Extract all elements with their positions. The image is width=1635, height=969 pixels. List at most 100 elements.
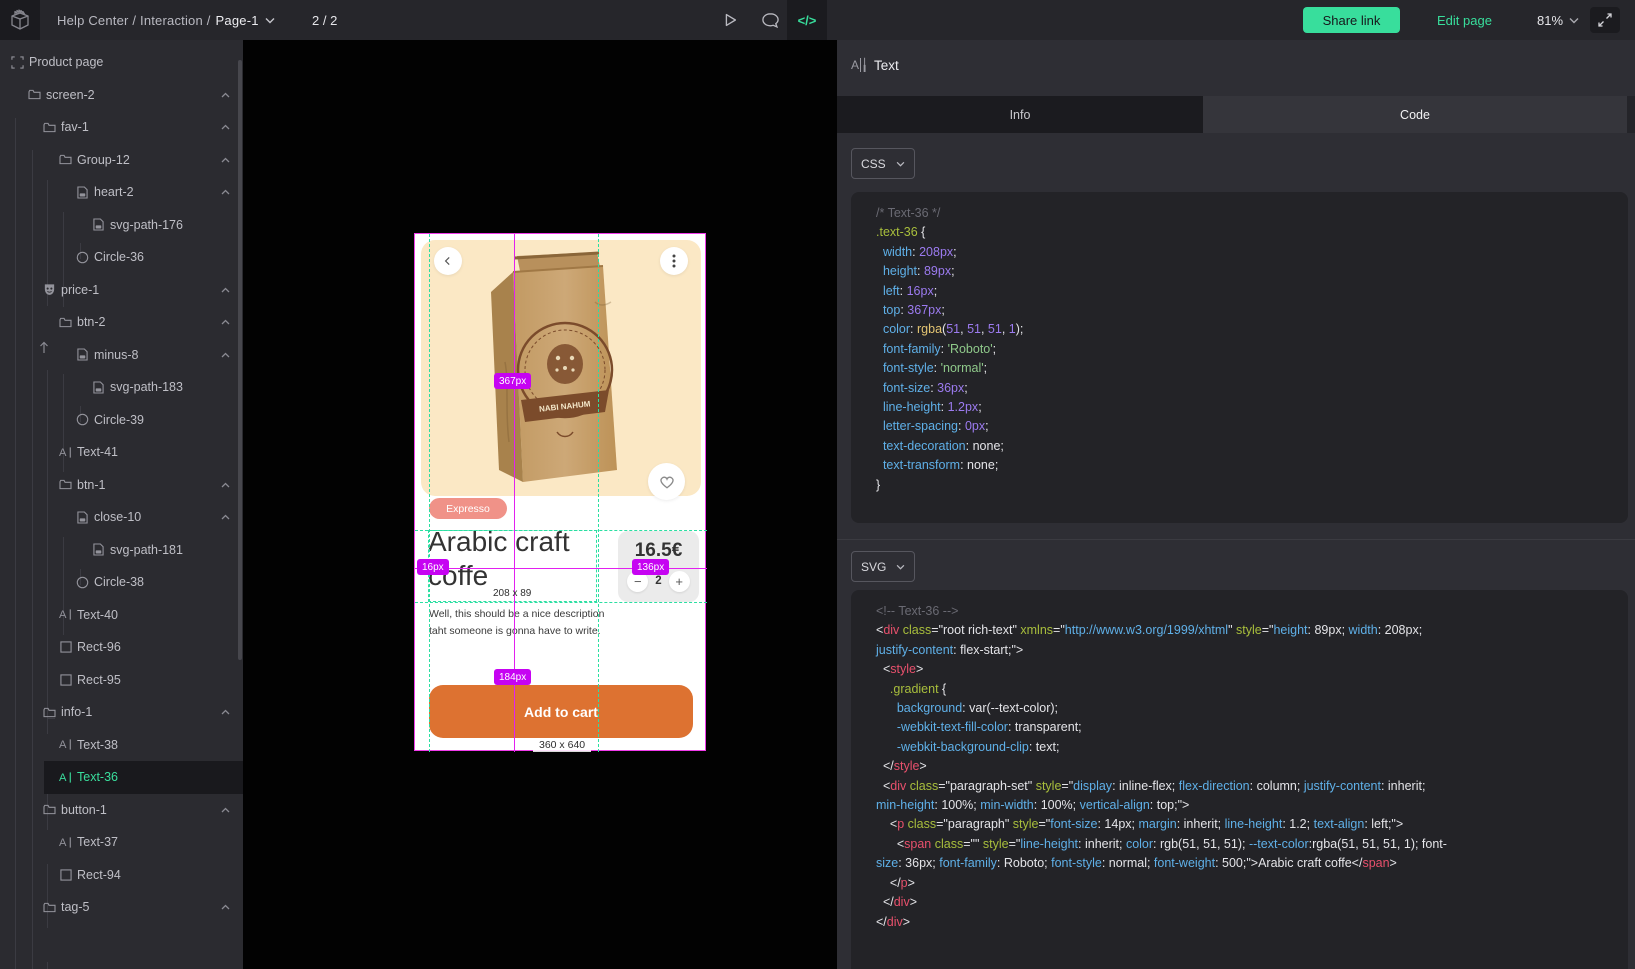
fullscreen-button[interactable]	[1590, 7, 1620, 33]
svg-code-block[interactable]: <!-- Text-36 --><div class="root rich-te…	[851, 590, 1628, 969]
layer-row-text-38[interactable]: AText-38	[0, 729, 243, 762]
category-tag[interactable]: Expresso	[429, 498, 507, 519]
layer-row-circle-39[interactable]: Circle-39	[0, 404, 243, 437]
code-mode-button[interactable]: </>	[787, 0, 827, 40]
layer-row-text-37[interactable]: A Text-37	[0, 826, 243, 859]
artboard-product-page[interactable]: NABI NAHUM Expresso Arabic craft coffe 1…	[414, 233, 706, 751]
layer-row-heart-2[interactable]: heart-2	[0, 176, 243, 209]
layer-row-svg-path-181[interactable]: svg-path-181	[0, 534, 243, 567]
code-line: <style>	[876, 660, 1618, 679]
favorite-button[interactable]	[648, 463, 685, 500]
comments-button[interactable]	[750, 0, 790, 40]
design-canvas[interactable]: NABI NAHUM Expresso Arabic craft coffe 1…	[243, 40, 837, 969]
app-logo[interactable]	[0, 0, 40, 40]
layer-row-info-1[interactable]: info-1	[0, 696, 243, 729]
chevron-up-icon[interactable]	[221, 189, 230, 195]
layer-row-tag-5[interactable]: tag-5	[0, 891, 243, 924]
layer-row-text-36[interactable]: AText-36	[0, 761, 243, 794]
css-format-dropdown[interactable]: CSS	[851, 148, 915, 179]
svg-file-icon	[91, 542, 106, 557]
breadcrumb[interactable]: Help Center / Interaction / Page-1	[57, 0, 275, 40]
zoom-level-dropdown[interactable]: 81%	[1537, 0, 1579, 40]
sidebar-scrollbar[interactable]	[238, 60, 242, 660]
rect-icon	[58, 640, 73, 655]
layer-row-rect-96[interactable]: Rect-96	[0, 631, 243, 664]
chevron-up-icon[interactable]	[221, 319, 230, 325]
code-line: letter-spacing: 0px;	[876, 417, 1618, 436]
folder-icon	[58, 477, 73, 492]
quantity-increase-button[interactable]: +	[669, 571, 690, 592]
code-line: </div>	[876, 913, 1618, 932]
preview-play-button[interactable]	[710, 0, 750, 40]
more-menu-button[interactable]	[660, 247, 688, 275]
code-line: }	[876, 476, 1618, 495]
text-icon: A	[58, 445, 73, 460]
section-divider	[837, 539, 1635, 540]
layer-row-group-12[interactable]: Group-12	[0, 144, 243, 177]
layer-label: tag-5	[61, 900, 90, 914]
layer-row-btn-1[interactable]: btn-1	[0, 469, 243, 502]
artboard-size-label: 360 x 640	[533, 738, 591, 752]
chevron-down-icon	[896, 161, 905, 167]
svg-text:A: A	[59, 837, 67, 849]
chevron-up-icon[interactable]	[221, 709, 230, 715]
folder-icon	[42, 900, 57, 915]
layer-row-svg-path-176[interactable]: svg-path-176	[0, 209, 243, 242]
layer-row-price-1[interactable]: price-1	[0, 274, 243, 307]
layer-row-fav-1[interactable]: fav-1	[0, 111, 243, 144]
layer-row-product page[interactable]: Product page	[0, 46, 243, 79]
share-link-button[interactable]: Share link	[1303, 7, 1400, 33]
css-code-block[interactable]: /* Text-36 */.text-36 { width: 208px; he…	[851, 192, 1628, 523]
chevron-up-icon[interactable]	[221, 482, 230, 488]
tab-info[interactable]: Info	[837, 96, 1203, 133]
svg-format-dropdown[interactable]: SVG	[851, 551, 915, 582]
inspector-title: Text	[874, 58, 899, 73]
chevron-up-icon[interactable]	[221, 124, 230, 130]
layer-row-close-10[interactable]: close-10	[0, 501, 243, 534]
svg-text:A: A	[59, 772, 67, 784]
layer-label: btn-2	[77, 315, 106, 329]
code-line: text-transform: none;	[876, 456, 1618, 475]
layer-row-circle-38[interactable]: Circle-38	[0, 566, 243, 599]
chevron-up-icon[interactable]	[221, 92, 230, 98]
chevron-up-icon[interactable]	[221, 807, 230, 813]
layer-row-svg-path-183[interactable]: svg-path-183	[0, 371, 243, 404]
tab-code[interactable]: Code	[1203, 96, 1627, 133]
layer-label: svg-path-183	[110, 380, 183, 394]
svg-text:A: A	[59, 609, 67, 621]
chevron-up-icon[interactable]	[221, 904, 230, 910]
coffee-bag-image: NABI NAHUM	[445, 242, 661, 488]
layer-row-button-1[interactable]: button-1	[0, 794, 243, 827]
zoom-level-value: 81%	[1537, 13, 1563, 28]
layer-row-screen-2[interactable]: screen-2	[0, 79, 243, 112]
measure-badge-right: 136px	[632, 559, 669, 575]
layer-row-rect-95[interactable]: Rect-95	[0, 664, 243, 697]
chevron-up-icon[interactable]	[221, 352, 230, 358]
guide-vertical	[429, 234, 430, 752]
add-to-cart-button[interactable]: Add to cart	[429, 685, 693, 738]
circle-icon	[75, 250, 90, 265]
layer-row-text-41[interactable]: AText-41	[0, 436, 243, 469]
breadcrumb-path: Help Center / Interaction /	[57, 13, 211, 28]
code-line: height: 89px;	[876, 262, 1618, 281]
layer-label: Text-37	[77, 835, 118, 849]
chevron-down-icon	[1569, 17, 1579, 24]
layer-row-rect-94[interactable]: Rect-94	[0, 859, 243, 892]
chevron-up-icon[interactable]	[221, 287, 230, 293]
layer-row-btn-2[interactable]: btn-2	[0, 306, 243, 339]
chevron-up-icon[interactable]	[221, 514, 230, 520]
svg-text:A: A	[59, 447, 67, 459]
back-button[interactable]	[434, 247, 462, 275]
layer-row-circle-36[interactable]: Circle-36	[0, 241, 243, 274]
layer-row-text-40[interactable]: AText-40	[0, 599, 243, 632]
layer-row-minus-8[interactable]: minus-8	[0, 339, 243, 372]
edit-page-link[interactable]: Edit page	[1437, 0, 1492, 40]
chevron-down-icon	[265, 17, 275, 24]
layer-label: heart-2	[94, 185, 134, 199]
chevron-up-icon[interactable]	[221, 157, 230, 163]
chevron-down-icon	[896, 564, 905, 570]
rect-icon	[58, 672, 73, 687]
code-line: font-style: 'normal';	[876, 359, 1618, 378]
panel-scrollbar-track[interactable]	[1627, 96, 1635, 133]
layer-label: Text-38	[77, 738, 118, 752]
